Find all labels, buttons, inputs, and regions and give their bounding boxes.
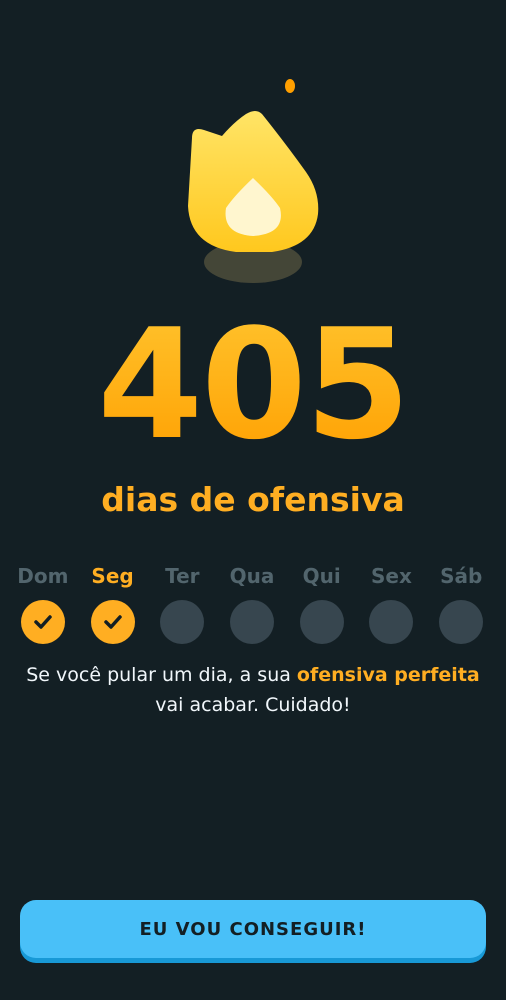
streak-count: 405	[0, 300, 506, 470]
day-status-done	[20, 600, 65, 644]
day-status-empty	[369, 600, 414, 644]
message-text: vai acabar. Cuidado!	[155, 694, 351, 716]
checkmark-icon	[34, 615, 52, 629]
day-label: Sex	[371, 564, 412, 588]
day-status-empty	[160, 600, 205, 644]
day-status-empty	[439, 600, 484, 644]
message-text: Se você pular um dia, a sua	[26, 664, 297, 686]
streak-screen: 405 dias de ofensiva Dom Seg Ter Qua Qui…	[0, 0, 506, 1000]
day-wed: Qua	[217, 562, 287, 644]
week-calendar: Dom Seg Ter Qua Qui Sex Sáb	[8, 562, 496, 644]
flame-icon	[176, 74, 336, 294]
day-status-empty	[230, 600, 275, 644]
day-label: Sáb	[440, 564, 483, 588]
day-status-done	[90, 600, 135, 644]
day-label: Ter	[165, 564, 200, 588]
day-label: Qua	[229, 564, 275, 588]
streak-warning-message: Se você pular um dia, a sua ofensiva per…	[20, 660, 486, 720]
message-highlight: ofensiva perfeita	[296, 664, 480, 686]
checkmark-icon	[103, 615, 122, 629]
day-sat: Sáb	[426, 562, 496, 644]
day-thu: Qui	[287, 562, 357, 644]
day-sun: Dom	[8, 562, 78, 644]
day-label: Dom	[17, 564, 69, 588]
day-label: Qui	[302, 564, 341, 588]
day-tue: Ter	[147, 562, 217, 644]
day-fri: Sex	[357, 562, 427, 644]
day-label-today: Seg	[91, 564, 134, 588]
streak-label: dias de ofensiva	[101, 480, 405, 519]
day-mon: Seg	[78, 562, 148, 644]
continue-button[interactable]: EU VOU CONSEGUIR!	[20, 900, 486, 958]
day-status-empty	[299, 600, 344, 644]
